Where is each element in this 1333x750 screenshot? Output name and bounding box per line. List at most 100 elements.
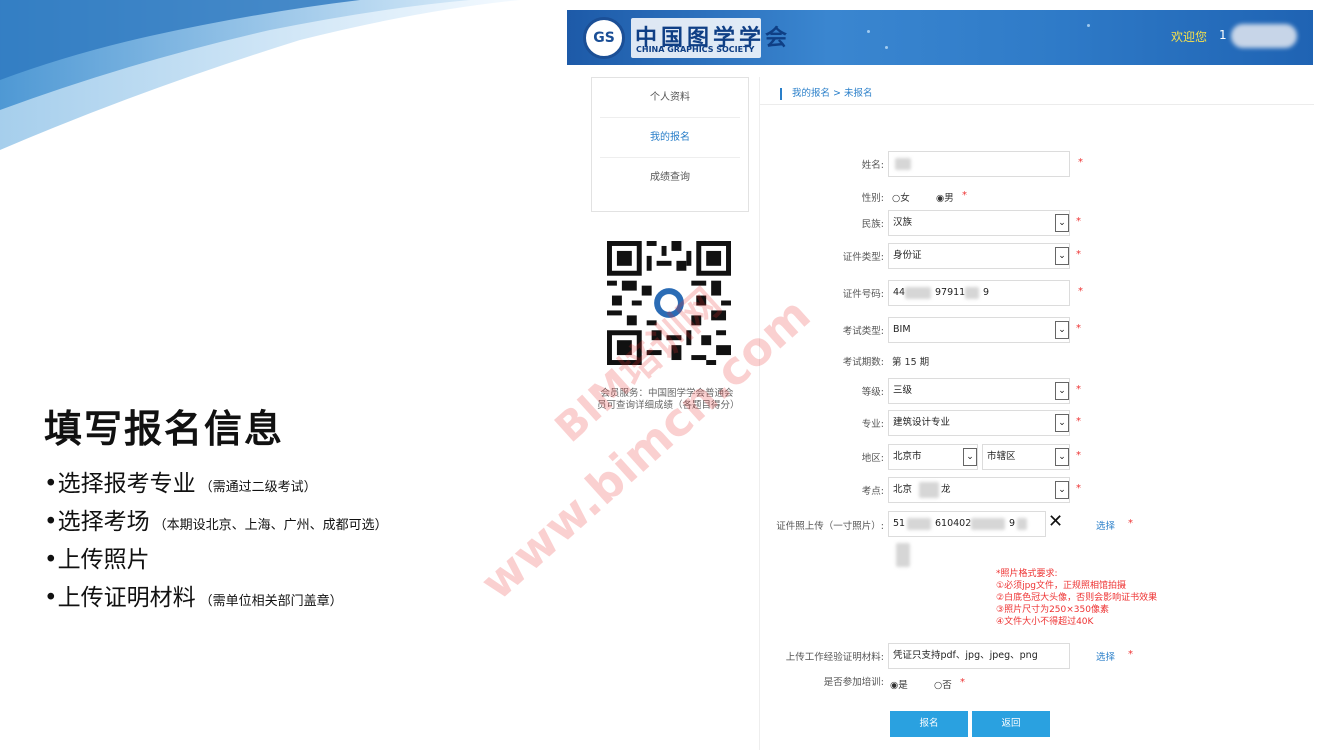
chevron-down-icon[interactable]: ⌄	[1055, 382, 1069, 400]
requirement-line: ②白底色冠大头像，否则会影响证书效果	[996, 593, 1158, 603]
user-name-redacted	[1231, 24, 1297, 48]
welcome-text: 欢迎您	[1171, 30, 1208, 44]
gender-male-radio[interactable]: ◉男	[936, 190, 954, 204]
bullet-text: •选择报考专业	[44, 471, 196, 497]
idtype-select[interactable]: 身份证 ⌄	[888, 243, 1070, 269]
idnum-redacted	[965, 287, 979, 299]
gender-female-radio[interactable]: ○女	[892, 190, 910, 204]
photo-select-link[interactable]: 选择	[1096, 518, 1115, 532]
required-star: *	[962, 190, 967, 201]
decorative-swoosh	[0, 0, 520, 150]
idnum-input[interactable]: 44 97911 9	[888, 280, 1070, 306]
period-label: 考试期数:	[842, 357, 884, 368]
idtype-value: 身份证	[893, 250, 922, 261]
sparkle	[1087, 24, 1090, 27]
photo-redacted	[907, 518, 931, 530]
site-part: 北京	[893, 484, 913, 495]
region-city-select[interactable]: 北京市 ⌄	[888, 444, 978, 470]
name-label: 姓名:	[861, 160, 884, 171]
breadcrumb: 我的报名 > 未报名	[780, 85, 873, 100]
examtype-select[interactable]: BIM ⌄	[888, 317, 1070, 343]
required-star: *	[1076, 416, 1081, 427]
sparkle	[867, 30, 870, 33]
region-city-value: 北京市	[893, 451, 922, 462]
required-star: *	[1076, 216, 1081, 227]
major-select[interactable]: 建筑设计专业 ⌄	[888, 410, 1070, 436]
proof-hint: 凭证只支持pdf、jpg、jpeg、png	[893, 650, 1038, 661]
sidebar-menu: 个人资料 我的报名 成绩查询	[591, 77, 749, 212]
chevron-down-icon[interactable]: ⌄	[1055, 481, 1069, 499]
user-id: 1	[1219, 28, 1227, 42]
logo-text-en: CHINA GRAPHICS SOCIETY	[636, 45, 755, 54]
required-star: *	[1076, 384, 1081, 395]
bullet-note: （需通过二级考试）	[199, 480, 317, 495]
name-input[interactable]	[888, 151, 1070, 177]
site-label: 考点:	[861, 486, 884, 497]
required-star: *	[1078, 286, 1083, 297]
photo-part: 610402	[935, 518, 972, 529]
bullet-text: •选择考场	[44, 509, 150, 535]
bullet-text: •上传照片	[44, 547, 150, 573]
chevron-down-icon[interactable]: ⌄	[1055, 448, 1069, 466]
back-button[interactable]: 返回	[972, 711, 1050, 737]
chevron-down-icon[interactable]: ⌄	[963, 448, 977, 466]
region-label: 地区:	[861, 453, 884, 464]
requirement-line: ①必须jpg文件，正规照相馆拍摄	[996, 581, 1126, 591]
chevron-down-icon[interactable]: ⌄	[1055, 214, 1069, 232]
site-select[interactable]: 北京 龙 ⌄	[888, 477, 1070, 503]
region-district-select[interactable]: 市辖区 ⌄	[982, 444, 1070, 470]
divider	[760, 104, 1314, 105]
proof-select-link[interactable]: 选择	[1096, 649, 1115, 663]
proof-file-input[interactable]: 凭证只支持pdf、jpg、jpeg、png	[888, 643, 1070, 669]
bullet-text: •上传证明材料	[44, 585, 196, 611]
sidebar-item-my-registration[interactable]: 我的报名	[600, 118, 740, 158]
submit-button[interactable]: 报名	[890, 711, 968, 737]
proof-label: 上传工作经验证明材料:	[785, 652, 884, 663]
training-yes-radio[interactable]: ◉是	[890, 677, 908, 691]
clear-file-icon[interactable]: ✕	[1048, 511, 1063, 532]
idnum-part: 97911	[935, 287, 966, 298]
photo-requirements: *照片格式要求: ①必须jpg文件，正规照相馆拍摄 ②白底色冠大头像，否则会影响…	[996, 568, 1157, 628]
required-star: *	[960, 677, 965, 688]
site-part: 龙	[941, 484, 951, 495]
name-redacted	[895, 158, 911, 170]
training-no-radio[interactable]: ○否	[934, 677, 952, 691]
required-star: *	[1128, 518, 1133, 529]
site-header: GS 中国图学学会 CHINA GRAPHICS SOCIETY 欢迎您 1	[567, 10, 1313, 65]
ethnic-label: 民族:	[861, 219, 884, 230]
level-select[interactable]: 三级 ⌄	[888, 378, 1070, 404]
major-label: 专业:	[861, 419, 884, 430]
idnum-label: 证件号码:	[842, 289, 884, 300]
required-star: *	[1078, 157, 1083, 168]
requirement-line: ④文件大小不得超过40K	[996, 617, 1094, 627]
bullet-item: •选择报考专业 （需通过二级考试）	[44, 466, 388, 502]
required-star: *	[1076, 483, 1081, 494]
period-value: 第 15 期	[892, 357, 930, 368]
chevron-down-icon[interactable]: ⌄	[1055, 247, 1069, 265]
major-value: 建筑设计专业	[893, 417, 951, 428]
breadcrumb-bar	[780, 87, 782, 100]
bullet-note: （本期设北京、上海、广州、成都可选）	[153, 518, 388, 533]
training-label: 是否参加培训:	[823, 677, 884, 688]
photo-label: 证件照上传（一寸照片）:	[776, 521, 884, 532]
sidebar-item-score-query[interactable]: 成绩查询	[600, 158, 740, 198]
breadcrumb-text[interactable]: 我的报名 > 未报名	[792, 88, 873, 99]
slide-title: 填写报名信息	[44, 407, 285, 451]
bullet-list: •选择报考专业 （需通过二级考试） •选择考场 （本期设北京、上海、广州、成都可选）…	[44, 466, 388, 618]
photo-file-input[interactable]: 51 610402 9	[888, 511, 1046, 537]
sparkle	[885, 46, 888, 49]
chevron-down-icon[interactable]: ⌄	[1055, 321, 1069, 339]
sidebar-item-profile[interactable]: 个人资料	[600, 78, 740, 118]
registration-form-panel: 我的报名 > 未报名 姓名: * 性别: ○女 ◉男 * 民族: 汉族 ⌄ * 证…	[759, 77, 1314, 750]
requirement-line: ③照片尺寸为250×350像素	[996, 605, 1109, 615]
gender-label: 性别:	[861, 193, 884, 204]
level-value: 三级	[893, 385, 913, 396]
chevron-down-icon[interactable]: ⌄	[1055, 414, 1069, 432]
bullet-item: •上传证明材料 （需单位相关部门盖章）	[44, 580, 388, 616]
site-redacted	[919, 482, 939, 498]
idtype-label: 证件类型:	[842, 252, 884, 263]
ethnic-select[interactable]: 汉族 ⌄	[888, 210, 1070, 236]
society-logo-icon[interactable]: GS	[583, 17, 625, 59]
ethnic-value: 汉族	[893, 217, 913, 228]
bullet-item: •选择考场 （本期设北京、上海、广州、成都可选）	[44, 504, 388, 540]
